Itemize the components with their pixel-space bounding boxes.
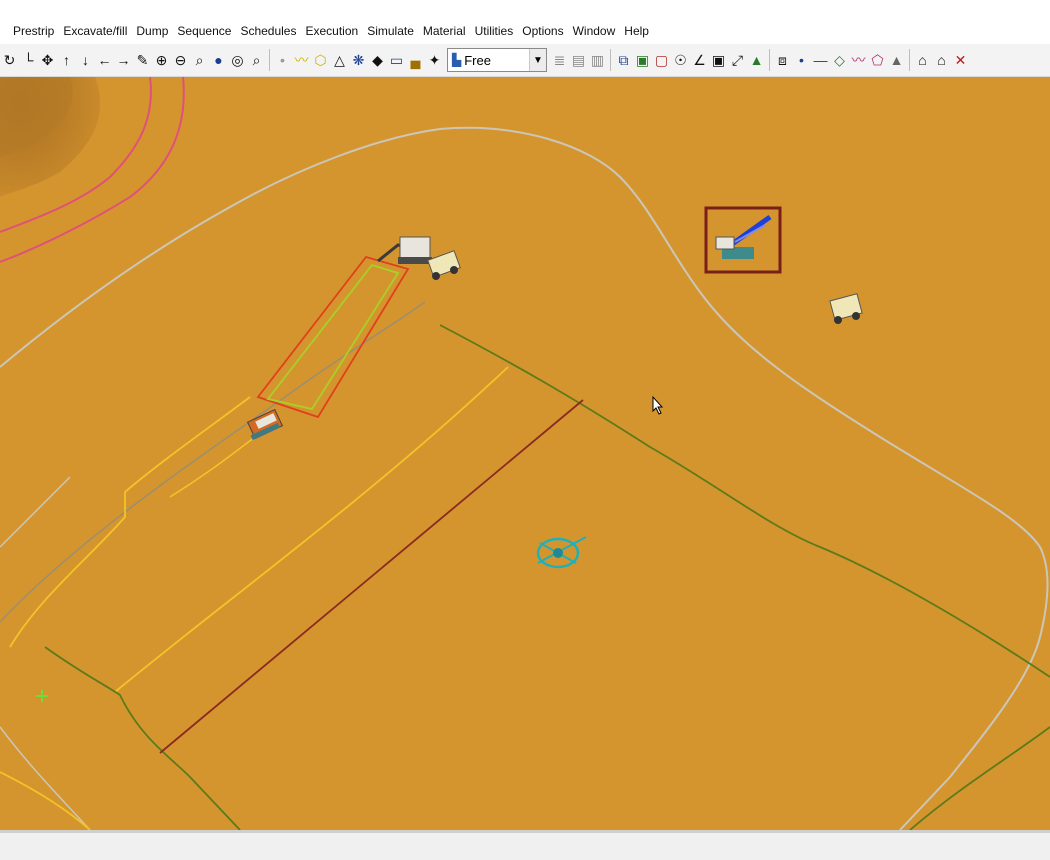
menu-execution[interactable]: Execution — [300, 24, 362, 38]
view-mode-select[interactable]: ▙ Free ▼ — [447, 48, 547, 72]
arrow-up-icon[interactable]: ↑ — [57, 49, 76, 71]
terrain-icon[interactable]: ▲ — [747, 49, 766, 71]
menu-utilities[interactable]: Utilities — [470, 24, 518, 38]
menu-dump[interactable]: Dump — [131, 24, 172, 38]
toolbar-separator — [769, 49, 770, 71]
menu-sequence[interactable]: Sequence — [172, 24, 235, 38]
zoom-out-icon[interactable]: ⊖ — [171, 49, 190, 71]
arrow-right-icon[interactable]: → — [114, 49, 133, 71]
rectangle-icon[interactable]: ▭ — [387, 49, 406, 71]
line-icon[interactable]: — — [811, 49, 830, 71]
viewport-canvas[interactable] — [0, 77, 1050, 830]
layer-edit-icon[interactable]: ▤ — [569, 49, 588, 71]
axis-icon[interactable]: └ — [19, 49, 38, 71]
zoom-in-icon[interactable]: ⊕ — [152, 49, 171, 71]
cut-plane-icon[interactable]: ✦ — [425, 49, 444, 71]
status-bar — [0, 830, 1050, 860]
mountain-icon[interactable]: ▲ — [887, 49, 906, 71]
point-icon[interactable]: • — [273, 49, 292, 71]
map-icon[interactable]: ⧈ — [773, 49, 792, 71]
layer-copy-icon[interactable]: ▥ — [588, 49, 607, 71]
terrain-surface — [0, 77, 1050, 830]
mine-viewport[interactable] — [0, 77, 1050, 830]
solid-icon[interactable]: ◆ — [368, 49, 387, 71]
chevron-down-icon[interactable]: ▼ — [529, 49, 546, 71]
layer-stack-icon[interactable]: ≣ — [550, 49, 569, 71]
main-toolbar: ↻ └ ✥ ↑ ↓ ← → ✎ ⊕ ⊖ ⌕ ● ◎ ⌕ • 〰 ⬡ △ ❋ ◆ … — [0, 44, 1050, 77]
menu-bar: Prestrip Excavate/fill Dump Sequence Sch… — [0, 0, 1050, 44]
pan-icon[interactable]: ✥ — [38, 49, 57, 71]
pencil-icon[interactable]: ✎ — [133, 49, 152, 71]
menu-help[interactable]: Help — [619, 24, 653, 38]
close-icon[interactable]: ✕ — [951, 49, 970, 71]
pentagon-icon[interactable]: ⬠ — [868, 49, 887, 71]
diamond-icon[interactable]: ◇ — [830, 49, 849, 71]
section-icon[interactable]: ▄ — [406, 49, 425, 71]
menu-prestrip[interactable]: Prestrip — [8, 24, 58, 38]
arrow-left-icon[interactable]: ← — [95, 49, 114, 71]
toolbar-separator — [269, 49, 270, 71]
menu-list: Prestrip Excavate/fill Dump Sequence Sch… — [8, 24, 653, 38]
zoom-extents-icon[interactable]: ⌕ — [247, 49, 266, 71]
polyline-icon[interactable]: 〰 — [292, 49, 311, 71]
menu-schedules[interactable]: Schedules — [235, 24, 300, 38]
circle-select-icon[interactable]: ☉ — [671, 49, 690, 71]
menu-material[interactable]: Material — [418, 24, 470, 38]
arrow-down-icon[interactable]: ↓ — [76, 49, 95, 71]
menu-window[interactable]: Window — [568, 24, 620, 38]
house-edit-icon[interactable]: ⌂ — [932, 49, 951, 71]
zoom-window-icon[interactable]: ⌕ — [190, 49, 209, 71]
frame-icon[interactable]: ▢ — [652, 49, 671, 71]
measure-icon[interactable]: ⤢ — [728, 49, 747, 71]
angle-icon[interactable]: ∠ — [690, 49, 709, 71]
view-mode-value: Free — [464, 52, 491, 68]
toolbar-separator — [610, 49, 611, 71]
polygon-icon[interactable]: ⬡ — [311, 49, 330, 71]
house-icon[interactable]: ⌂ — [913, 49, 932, 71]
menu-options[interactable]: Options — [517, 24, 567, 38]
dot-icon[interactable]: • — [792, 49, 811, 71]
camera-icon: ▙ — [452, 53, 462, 67]
menu-excavate-fill[interactable]: Excavate/fill — [58, 24, 131, 38]
rotate-icon[interactable]: ↻ — [0, 49, 19, 71]
zigzag-icon[interactable]: 〰 — [849, 49, 868, 71]
box-select-icon[interactable]: ▣ — [633, 49, 652, 71]
window-icon[interactable]: ▣ — [709, 49, 728, 71]
triangle-icon[interactable]: △ — [330, 49, 349, 71]
select-icon[interactable]: ⧉ — [614, 49, 633, 71]
toolbar-separator — [909, 49, 910, 71]
globe-icon[interactable]: ● — [209, 49, 228, 71]
target-icon[interactable]: ◎ — [228, 49, 247, 71]
mesh-icon[interactable]: ❋ — [349, 49, 368, 71]
menu-simulate[interactable]: Simulate — [362, 24, 418, 38]
